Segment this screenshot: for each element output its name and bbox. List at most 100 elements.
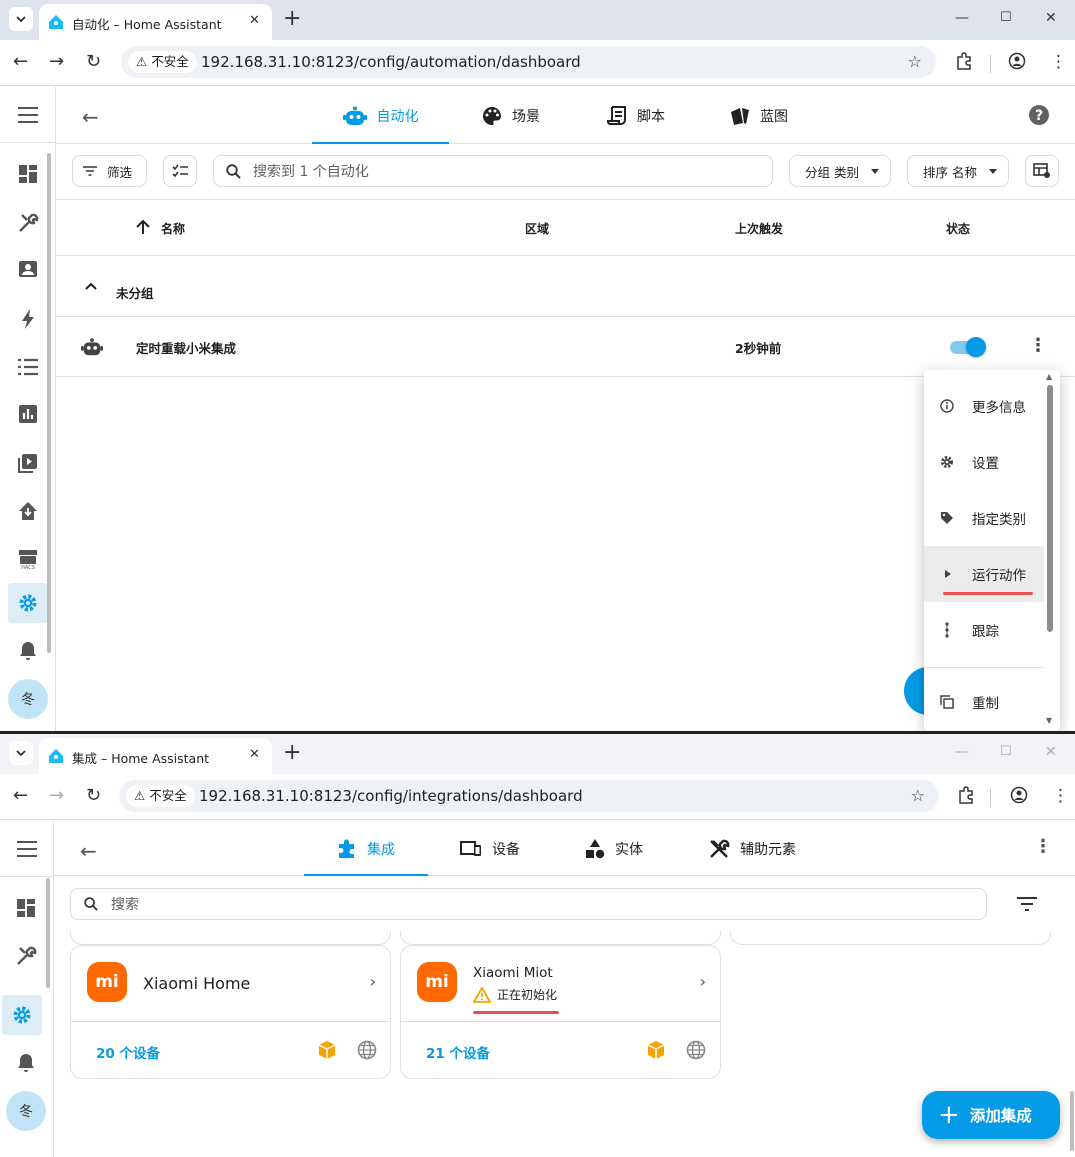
sidebar-scrollbar[interactable] bbox=[46, 878, 50, 988]
sidebar-item-settings[interactable] bbox=[8, 583, 48, 623]
column-header-name[interactable]: 名称 bbox=[161, 220, 185, 237]
sidebar-item-logbook[interactable] bbox=[8, 347, 48, 387]
filter-icon[interactable] bbox=[1017, 897, 1037, 911]
selection-mode-button[interactable] bbox=[163, 155, 197, 187]
avatar[interactable]: 冬 bbox=[6, 1091, 46, 1131]
forward-arrow-icon[interactable]: → bbox=[49, 786, 64, 806]
sort-button[interactable]: 排序 名称 bbox=[907, 155, 1009, 187]
new-tab-icon[interactable]: + bbox=[283, 6, 301, 32]
page-scrollbar[interactable] bbox=[1070, 1091, 1074, 1151]
tab-entities[interactable]: 实体 bbox=[585, 821, 643, 876]
globe-icon[interactable] bbox=[357, 1040, 377, 1060]
tab-search-button[interactable] bbox=[9, 741, 33, 765]
search-input[interactable]: 搜索到 1 个自动化 bbox=[213, 155, 773, 187]
sidebar-item-history[interactable] bbox=[8, 394, 48, 434]
address-bar[interactable]: ⚠ 不安全 192.168.31.10:8123/config/automati… bbox=[121, 46, 936, 78]
globe-icon[interactable] bbox=[686, 1040, 706, 1060]
hamburger-menu-icon[interactable] bbox=[17, 841, 37, 857]
sidebar-item-addons[interactable] bbox=[8, 491, 48, 531]
column-settings-button[interactable] bbox=[1025, 155, 1059, 187]
avatar[interactable]: 冬 bbox=[8, 679, 48, 719]
add-integration-button[interactable]: + 添加集成 bbox=[922, 1091, 1060, 1139]
profile-icon[interactable] bbox=[1010, 786, 1028, 809]
enabled-toggle[interactable] bbox=[950, 337, 986, 357]
group-header[interactable]: 未分组 bbox=[56, 256, 1075, 317]
menu-item-duplicate[interactable]: 重制 bbox=[924, 674, 1044, 730]
back-arrow-icon[interactable]: ← bbox=[82, 105, 99, 129]
tab-close-icon[interactable]: ✕ bbox=[249, 747, 260, 762]
sidebar-item-overview[interactable] bbox=[6, 888, 46, 928]
menu-item-settings[interactable]: 设置 bbox=[924, 434, 1044, 490]
custom-package-icon[interactable] bbox=[646, 1040, 666, 1060]
devices-link[interactable]: 20 个设备 bbox=[96, 1042, 160, 1062]
maximize-icon[interactable]: ☐ bbox=[1000, 10, 1012, 25]
scroll-up-icon[interactable]: ▲ bbox=[1046, 372, 1052, 381]
bookmark-star-icon[interactable]: ☆ bbox=[911, 786, 925, 805]
menu-item-assign-category[interactable]: 指定类别 bbox=[924, 490, 1044, 546]
sidebar-item-developer-tools[interactable] bbox=[6, 936, 46, 976]
browser-menu-icon[interactable]: ⋮ bbox=[1052, 786, 1069, 806]
menu-item-more-info[interactable]: 更多信息 bbox=[924, 378, 1044, 434]
close-window-icon[interactable]: ✕ bbox=[1045, 744, 1057, 760]
maximize-icon[interactable]: ☐ bbox=[1000, 744, 1012, 759]
tab-scenes[interactable]: 场景 bbox=[482, 87, 540, 144]
browser-tab[interactable]: 集成 – Home Assistant ✕ bbox=[39, 738, 272, 774]
table-row[interactable]: 定时重载小米集成 2秒钟前 ⋮ bbox=[56, 317, 1075, 377]
custom-package-icon[interactable] bbox=[317, 1040, 337, 1060]
extensions-icon[interactable] bbox=[955, 52, 973, 75]
tab-integrations[interactable]: 集成 bbox=[304, 821, 428, 876]
minimize-icon[interactable]: — bbox=[955, 10, 969, 26]
tab-search-button[interactable] bbox=[9, 7, 33, 31]
sidebar-item-developer-tools[interactable] bbox=[8, 203, 48, 243]
sidebar-item-notifications[interactable] bbox=[8, 631, 48, 671]
back-arrow-icon[interactable]: ← bbox=[13, 786, 28, 806]
back-arrow-icon[interactable]: ← bbox=[80, 839, 97, 863]
menu-scrollbar[interactable] bbox=[1047, 385, 1053, 632]
group-by-button[interactable]: 分组 类别 bbox=[789, 155, 891, 187]
profile-icon[interactable] bbox=[1008, 52, 1026, 75]
minimize-icon[interactable]: — bbox=[955, 744, 969, 760]
forward-arrow-icon[interactable]: → bbox=[49, 52, 64, 72]
sidebar-item-notifications[interactable] bbox=[6, 1043, 46, 1083]
close-window-icon[interactable]: ✕ bbox=[1045, 10, 1057, 26]
address-bar[interactable]: ⚠ 不安全 192.168.31.10:8123/config/integrat… bbox=[119, 780, 939, 812]
bookmark-star-icon[interactable]: ☆ bbox=[908, 52, 922, 71]
tab-close-icon[interactable]: ✕ bbox=[249, 13, 260, 28]
extensions-icon[interactable] bbox=[957, 786, 975, 809]
reload-icon[interactable]: ↻ bbox=[86, 786, 101, 806]
sidebar-item-settings[interactable] bbox=[2, 995, 42, 1035]
column-header-area[interactable]: 区域 bbox=[525, 220, 549, 237]
back-arrow-icon[interactable]: ← bbox=[13, 52, 28, 72]
tab-blueprints[interactable]: 蓝图 bbox=[730, 87, 788, 144]
tab-devices[interactable]: 设备 bbox=[460, 821, 520, 876]
integration-card-xiaomi-miot[interactable]: mi Xiaomi Miot 正在初始化 › 21 个设备 bbox=[400, 945, 721, 1079]
search-input[interactable]: 搜索 bbox=[70, 888, 987, 920]
card-header[interactable]: mi Xiaomi Miot 正在初始化 › bbox=[401, 946, 720, 1022]
row-overflow-menu-icon[interactable]: ⋮ bbox=[1029, 335, 1047, 356]
devices-link[interactable]: 21 个设备 bbox=[426, 1042, 490, 1062]
new-tab-icon[interactable]: + bbox=[283, 740, 301, 766]
sidebar-item-person[interactable] bbox=[8, 250, 48, 290]
column-header-state[interactable]: 状态 bbox=[946, 220, 970, 237]
scroll-down-icon[interactable]: ▼ bbox=[1046, 716, 1052, 725]
sidebar-item-overview[interactable] bbox=[8, 154, 48, 194]
tab-scripts[interactable]: 脚本 bbox=[607, 87, 665, 144]
filter-button[interactable]: 筛选 bbox=[72, 155, 147, 187]
arrow-up-icon[interactable] bbox=[136, 219, 150, 235]
menu-item-trace[interactable]: 跟踪 bbox=[924, 602, 1044, 658]
card-header[interactable]: mi Xiaomi Home › bbox=[71, 946, 390, 1022]
sidebar-item-hacs[interactable]: HACS bbox=[8, 539, 48, 579]
sidebar-scrollbar[interactable] bbox=[47, 153, 51, 653]
overflow-menu-icon[interactable]: ⋮ bbox=[1034, 836, 1052, 857]
integration-card-xiaomi-home[interactable]: mi Xiaomi Home › 20 个设备 bbox=[70, 945, 391, 1079]
hamburger-menu-icon[interactable] bbox=[18, 107, 38, 123]
sidebar-item-energy[interactable] bbox=[8, 299, 48, 339]
browser-menu-icon[interactable]: ⋮ bbox=[1050, 52, 1067, 72]
sidebar-item-media[interactable] bbox=[8, 443, 48, 483]
tab-helpers[interactable]: 辅助元素 bbox=[708, 821, 796, 876]
security-chip[interactable]: ⚠ 不安全 bbox=[126, 785, 195, 807]
browser-tab[interactable]: 自动化 – Home Assistant ✕ bbox=[39, 4, 272, 40]
tab-automations[interactable]: 自动化 bbox=[312, 87, 449, 144]
security-chip[interactable]: ⚠ 不安全 bbox=[128, 51, 197, 73]
reload-icon[interactable]: ↻ bbox=[86, 52, 101, 72]
